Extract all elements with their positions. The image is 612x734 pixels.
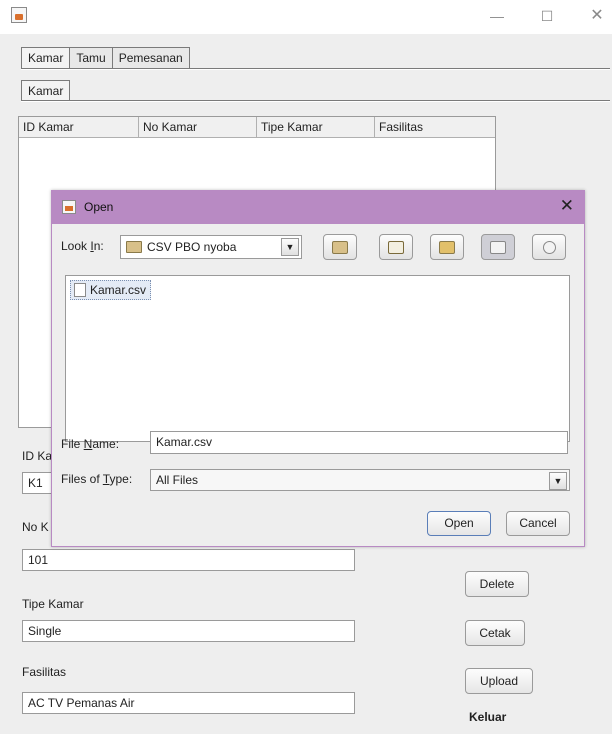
tipe-kamar-label: Tipe Kamar <box>22 597 84 611</box>
no-kamar-field[interactable]: 101 <box>22 549 355 571</box>
tab-kamar[interactable]: Kamar <box>21 47 71 69</box>
dialog-close-icon[interactable]: ✕ <box>560 196 574 216</box>
dialog-titlebar: Open ✕ <box>52 191 584 224</box>
tab-divider <box>21 68 610 70</box>
delete-button[interactable]: Delete <box>465 571 529 597</box>
up-folder-icon <box>332 241 348 255</box>
file-name-field[interactable]: Kamar.csv <box>150 431 568 454</box>
tab-tamu[interactable]: Tamu <box>69 47 113 68</box>
details-view-icon <box>542 241 556 255</box>
sub-tabs: Kamar <box>21 80 71 102</box>
open-button[interactable]: Open <box>427 511 491 536</box>
column-fasilitas[interactable]: Fasilitas <box>375 117 495 137</box>
column-no-kamar[interactable]: No Kamar <box>139 117 257 137</box>
look-in-value: CSV PBO nyoba <box>147 240 237 254</box>
table-header: ID Kamar No Kamar Tipe Kamar Fasilitas <box>19 117 495 138</box>
cancel-button[interactable]: Cancel <box>506 511 570 536</box>
column-id-kamar[interactable]: ID Kamar <box>19 117 139 137</box>
fasilitas-label: Fasilitas <box>22 665 67 679</box>
keluar-button[interactable]: Keluar <box>469 710 506 724</box>
look-in-combo[interactable]: CSV PBO nyoba ▼ <box>120 235 302 259</box>
file-icon <box>74 283 86 297</box>
up-one-level-button[interactable] <box>323 234 357 260</box>
subtab-divider <box>21 100 610 102</box>
dialog-title: Open <box>84 200 114 214</box>
cetak-button[interactable]: Cetak <box>465 620 525 646</box>
tipe-kamar-field[interactable]: Single <box>22 620 355 642</box>
subtab-kamar[interactable]: Kamar <box>21 80 71 102</box>
list-view-button[interactable] <box>481 234 515 260</box>
upload-button[interactable]: Upload <box>465 668 533 694</box>
look-in-label: Look In: <box>61 239 104 253</box>
id-kamar-label: ID Ka <box>22 449 53 463</box>
file-type-label: Files of Type: <box>61 472 133 486</box>
fasilitas-field[interactable]: AC TV Pemanas Air <box>22 692 355 714</box>
tab-pemesanan[interactable]: Pemesanan <box>111 47 190 68</box>
java-app-icon <box>11 7 27 23</box>
new-folder-icon <box>439 241 455 255</box>
open-file-dialog: Open ✕ Look In: CSV PBO nyoba ▼ Kamar.cs… <box>51 190 585 547</box>
file-type-value: All Files <box>156 473 199 487</box>
home-button[interactable] <box>379 234 413 260</box>
file-name: Kamar.csv <box>90 283 147 297</box>
chevron-down-icon[interactable]: ▼ <box>281 238 299 256</box>
new-folder-button[interactable] <box>430 234 464 260</box>
java-app-icon <box>62 200 76 214</box>
file-type-combo[interactable]: All Files ▼ <box>150 469 570 491</box>
file-name-label: File Name: <box>61 437 120 451</box>
list-item[interactable]: Kamar.csv <box>70 280 152 300</box>
no-kamar-label: No K <box>22 520 49 534</box>
home-icon <box>388 241 404 255</box>
window-titlebar: — ☐ ✕ <box>0 0 612 34</box>
folder-icon <box>126 241 142 253</box>
file-list[interactable]: Kamar.csv <box>65 275 570 442</box>
column-tipe-kamar[interactable]: Tipe Kamar <box>257 117 375 137</box>
chevron-down-icon[interactable]: ▼ <box>549 472 567 490</box>
maximize-button[interactable]: ☐ <box>536 6 558 26</box>
list-view-icon <box>490 241 506 255</box>
main-tabs: Kamar Tamu Pemesanan <box>21 47 190 69</box>
details-view-button[interactable] <box>532 234 566 260</box>
minimize-button[interactable]: — <box>486 6 508 26</box>
close-window-button[interactable]: ✕ <box>586 6 608 26</box>
